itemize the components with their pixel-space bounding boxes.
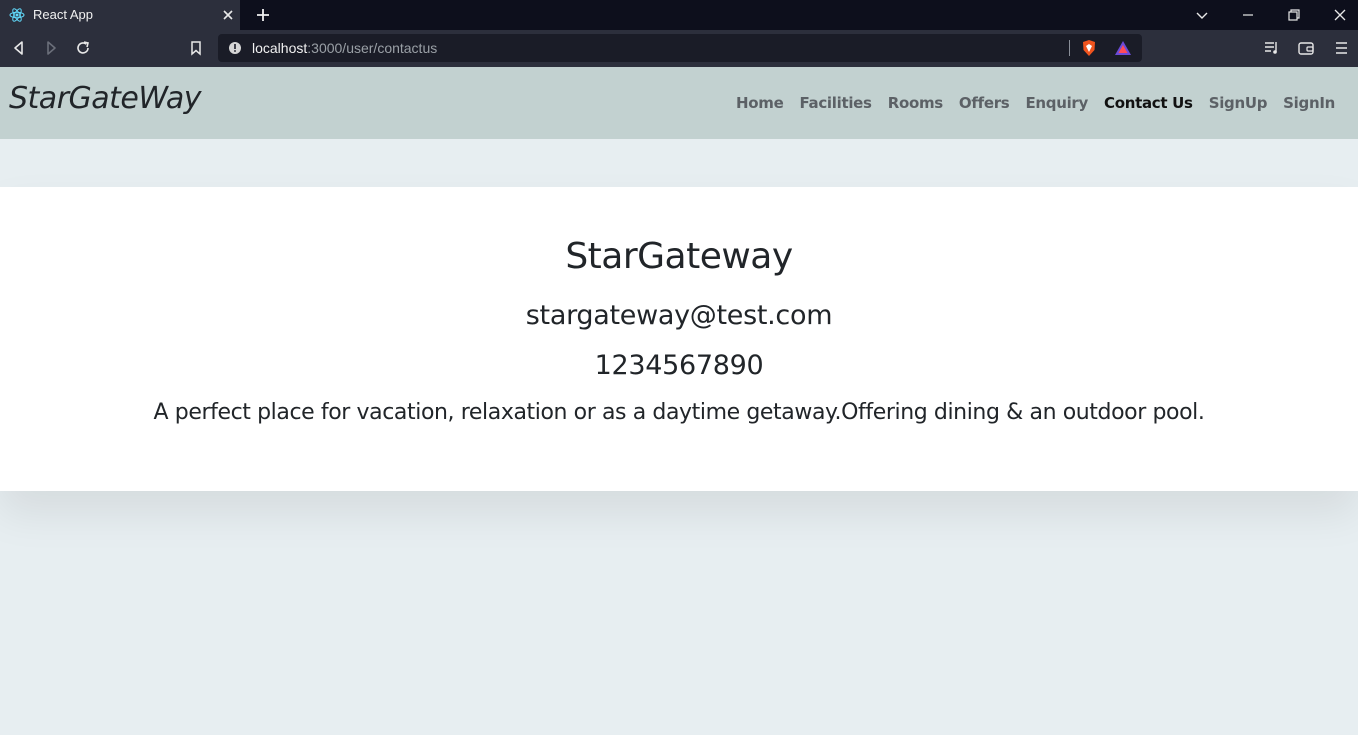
new-tab-icon[interactable] <box>254 6 272 24</box>
forward-icon[interactable] <box>42 39 60 57</box>
contact-description: A perfect place for vacation, relaxation… <box>153 400 1205 425</box>
nav-link-offers[interactable]: Offers <box>951 94 1018 112</box>
contact-name: StarGateway <box>565 236 793 277</box>
tab-list-chevron-icon[interactable] <box>1193 6 1211 24</box>
site-info-icon[interactable] <box>228 41 242 55</box>
contact-card: StarGateway stargateway@test.com 1234567… <box>0 187 1358 491</box>
contact-email: stargateway@test.com <box>525 300 833 331</box>
browser-tab[interactable]: React App <box>0 0 240 30</box>
nav-link-facilities[interactable]: Facilities <box>791 94 879 112</box>
nav-link-enquiry[interactable]: Enquiry <box>1017 94 1096 112</box>
nav-link-home[interactable]: Home <box>728 94 791 112</box>
url-path: :3000/user/contactus <box>307 40 438 56</box>
react-icon <box>9 8 25 22</box>
nav-link-rooms[interactable]: Rooms <box>880 94 951 112</box>
tab-title: React App <box>33 7 93 22</box>
browser-tab-strip: React App <box>0 0 1358 30</box>
nav-link-contact-us[interactable]: Contact Us <box>1096 94 1201 112</box>
nav-link-signin[interactable]: SignIn <box>1275 94 1343 112</box>
url-host: localhost <box>252 40 308 56</box>
minimize-icon[interactable] <box>1239 6 1257 24</box>
reload-icon[interactable] <box>74 39 92 57</box>
brave-rewards-icon[interactable] <box>1114 39 1132 57</box>
close-tab-icon[interactable] <box>220 7 236 23</box>
address-separator <box>1069 40 1070 56</box>
bookmark-icon[interactable] <box>187 39 205 57</box>
contact-phone: 1234567890 <box>594 350 764 381</box>
brave-shields-icon[interactable] <box>1080 39 1098 57</box>
back-icon[interactable] <box>10 39 28 57</box>
playlist-icon[interactable] <box>1263 39 1281 57</box>
close-window-icon[interactable] <box>1331 6 1349 24</box>
menu-icon[interactable] <box>1332 39 1350 57</box>
wallet-icon[interactable] <box>1297 39 1315 57</box>
restore-icon[interactable] <box>1285 6 1303 24</box>
brand-logo[interactable]: StarGateWay <box>9 81 202 116</box>
url-text: localhost:3000/user/contactus <box>252 40 437 56</box>
nav-links: Home Facilities Rooms Offers Enquiry Con… <box>728 94 1343 112</box>
browser-toolbar: localhost:3000/user/contactus <box>0 30 1358 67</box>
nav-link-signup[interactable]: SignUp <box>1201 94 1275 112</box>
site-navbar: StarGateWay Home Facilities Rooms Offers… <box>0 67 1358 139</box>
address-bar[interactable]: localhost:3000/user/contactus <box>218 34 1142 62</box>
